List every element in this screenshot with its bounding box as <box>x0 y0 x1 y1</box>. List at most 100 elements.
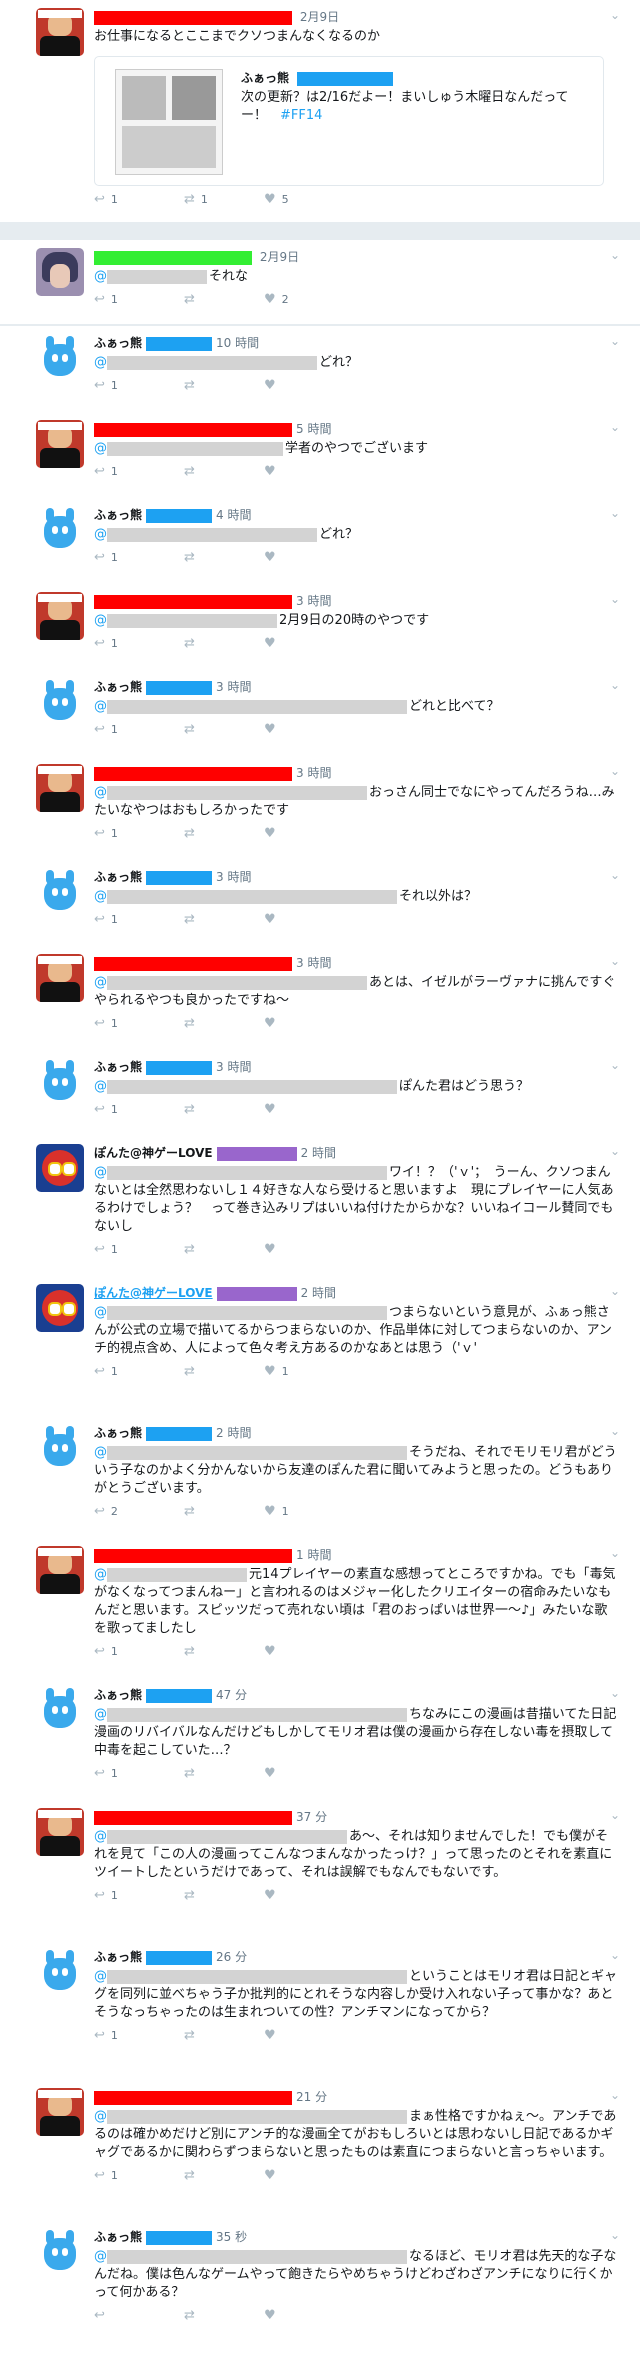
user-name[interactable]: ふぁっ熊 <box>94 1688 142 1702</box>
chevron-down-icon[interactable]: ⌄ <box>610 592 620 606</box>
mention-link[interactable]: @ <box>94 2109 107 2124</box>
like-button[interactable]: ♥ 2 <box>264 292 289 307</box>
chevron-down-icon[interactable]: ⌄ <box>610 248 620 262</box>
chevron-down-icon[interactable]: ⌄ <box>610 2088 620 2102</box>
retweet-button[interactable]: ⇄ <box>184 2308 195 2323</box>
chevron-down-icon[interactable]: ⌄ <box>610 1948 620 1962</box>
reply-button[interactable]: ↩ 1 <box>94 722 118 737</box>
like-button[interactable]: ♥ <box>264 378 276 393</box>
like-button[interactable]: ♥ <box>264 2028 276 2043</box>
quoted-tweet-card[interactable]: ふぁっ熊 次の更新？は2/16だよー！まいしゅう木曜日なんだってー！ #FF14 <box>94 56 604 186</box>
like-button[interactable]: ♥ <box>264 1016 276 1031</box>
chevron-down-icon[interactable]: ⌄ <box>610 2228 620 2242</box>
user-name[interactable]: ふぁっ熊 <box>94 680 142 694</box>
avatar[interactable] <box>36 1144 84 1192</box>
tweet-time[interactable]: 21 分 <box>296 2090 327 2104</box>
like-button[interactable]: ♥ <box>264 464 276 479</box>
tweet[interactable]: 37 分 ⌄ @ あ～、それは知りませんでした！でも僕がそれを見て「この人の漫画って… <box>0 1800 640 1941</box>
mention-link[interactable]: @ <box>94 1445 107 1460</box>
avatar[interactable] <box>36 1058 84 1106</box>
avatar[interactable] <box>36 8 84 56</box>
like-button[interactable]: ♥ <box>264 550 276 565</box>
avatar[interactable] <box>36 954 84 1002</box>
avatar[interactable] <box>36 592 84 640</box>
tweet-time[interactable]: 3 時間 <box>296 956 331 970</box>
chevron-down-icon[interactable]: ⌄ <box>610 868 620 882</box>
retweet-button[interactable]: ⇄ <box>184 1766 195 1781</box>
retweet-button[interactable]: ⇄ <box>184 912 195 927</box>
tweet[interactable]: ふぁっ熊 3 時間 ⌄ @ ぽんた君はどう思う？ ↩ 1 ⇄ ♥ <box>0 1050 640 1137</box>
avatar[interactable] <box>36 764 84 812</box>
tweet-time[interactable]: 4 時間 <box>216 508 251 522</box>
tweet[interactable]: 2月9日 ⌄ @ それな ↩ 1 ⇄ ♥ 2 <box>0 240 640 325</box>
avatar[interactable] <box>36 420 84 468</box>
reply-button[interactable]: ↩ 1 <box>94 1364 118 1379</box>
like-button[interactable]: ♥ 1 <box>264 1504 289 1519</box>
tweet-time[interactable]: 2月9日 <box>260 250 299 264</box>
mention-link[interactable]: @ <box>94 1829 107 1844</box>
tweet[interactable]: ふぁっ熊 2 時間 ⌄ @ そうだね、それでモリモリ君がどういう子なのかよく分かんない… <box>0 1416 640 1539</box>
tweet-time[interactable]: 47 分 <box>216 1688 247 1702</box>
avatar[interactable] <box>36 1948 84 1996</box>
chevron-down-icon[interactable]: ⌄ <box>610 334 620 348</box>
reply-button[interactable]: ↩ 1 <box>94 1016 118 1031</box>
tweet[interactable]: ふぁっ熊 35 秒 ⌄ @ なるほど、モリオ君は先天的な子なんだね。僕は色んなゲームや… <box>0 2220 640 2358</box>
avatar[interactable] <box>36 1686 84 1734</box>
mention-link[interactable]: @ <box>94 527 107 542</box>
retweet-button[interactable]: ⇄ <box>184 1242 195 1257</box>
avatar[interactable] <box>36 2088 84 2136</box>
tweet[interactable]: ふぁっ熊 10 時間 ⌄ @ どれ？ ↩ 1 ⇄ ♥ <box>0 326 640 413</box>
user-name[interactable]: ぽんた@神ゲーLOVE <box>94 1286 213 1300</box>
retweet-button[interactable]: ⇄ <box>184 464 195 479</box>
reply-button[interactable]: ↩ 1 <box>94 1102 118 1117</box>
chevron-down-icon[interactable]: ⌄ <box>610 1546 620 1560</box>
like-button[interactable]: ♥ <box>264 912 276 927</box>
reply-button[interactable]: ↩ 1 <box>94 1644 118 1659</box>
tweet[interactable]: ぽんた@神ゲーLOVE 2 時間 ⌄ @ ワイ！？（'ｖ'； うーん、クソつまんないと… <box>0 1136 640 1277</box>
tweet-time[interactable]: 2 時間 <box>301 1146 336 1160</box>
avatar[interactable] <box>36 1284 84 1332</box>
mention-link[interactable]: @ <box>94 1969 107 1984</box>
mention-link[interactable]: @ <box>94 889 107 904</box>
mention-link[interactable]: @ <box>94 613 107 628</box>
mention-link[interactable]: @ <box>94 699 107 714</box>
chevron-down-icon[interactable]: ⌄ <box>610 678 620 692</box>
retweet-button[interactable]: ⇄ <box>184 2028 195 2043</box>
chevron-down-icon[interactable]: ⌄ <box>610 1144 620 1158</box>
tweet-time[interactable]: 10 時間 <box>216 336 259 350</box>
tweet-time[interactable]: 2月9日 <box>300 10 339 24</box>
tweet[interactable]: 5 時間 ⌄ @ 学者のやつでございます ↩ 1 ⇄ ♥ <box>0 412 640 499</box>
retweet-button[interactable]: ⇄ <box>184 1888 195 1903</box>
user-name[interactable]: ふぁっ熊 <box>94 1426 142 1440</box>
tweet-time[interactable]: 37 分 <box>296 1810 327 1824</box>
reply-button[interactable]: ↩ 2 <box>94 1504 118 1519</box>
like-button[interactable]: ♥ <box>264 1102 276 1117</box>
retweet-button[interactable]: ⇄ 1 <box>184 192 208 207</box>
reply-button[interactable]: ↩ 1 <box>94 192 118 207</box>
reply-button[interactable]: ↩ 1 <box>94 826 118 841</box>
tweet-time[interactable]: 35 秒 <box>216 2230 247 2244</box>
avatar[interactable] <box>36 248 84 296</box>
reply-button[interactable]: ↩ 1 <box>94 912 118 927</box>
user-name[interactable]: ふぁっ熊 <box>94 336 142 350</box>
avatar[interactable] <box>36 868 84 916</box>
tweet[interactable]: 3 時間 ⌄ @ おっさん同士でなにやってんだろうね…みたいなやつはおもしろかったで… <box>0 756 640 861</box>
reply-button[interactable]: ↩ 1 <box>94 378 118 393</box>
mention-link[interactable]: @ <box>94 441 107 456</box>
mention-link[interactable]: @ <box>94 355 107 370</box>
tweet-time[interactable]: 5 時間 <box>296 422 331 436</box>
like-button[interactable]: ♥ <box>264 1766 276 1781</box>
chevron-down-icon[interactable]: ⌄ <box>610 1686 620 1700</box>
chevron-down-icon[interactable]: ⌄ <box>610 506 620 520</box>
tweet-time[interactable]: 3 時間 <box>296 766 331 780</box>
like-button[interactable]: ♥ <box>264 722 276 737</box>
tweet-time[interactable]: 1 時間 <box>296 1548 331 1562</box>
tweet[interactable]: ふぁっ熊 4 時間 ⌄ @ どれ？ ↩ 1 ⇄ ♥ <box>0 498 640 585</box>
tweet-time[interactable]: 3 時間 <box>216 870 251 884</box>
tweet[interactable]: 3 時間 ⌄ @2月9日の20時のやつです ↩ 1 ⇄ ♥ <box>0 584 640 671</box>
tweet[interactable]: 2月9日 ⌄ お仕事になるとここまでクソつまんなくなるのか ふぁっ熊 次の更新？… <box>0 0 640 223</box>
retweet-button[interactable]: ⇄ <box>184 1364 195 1379</box>
reply-button[interactable]: ↩ 1 <box>94 636 118 651</box>
tweet-time[interactable]: 3 時間 <box>296 594 331 608</box>
retweet-button[interactable]: ⇄ <box>184 1102 195 1117</box>
